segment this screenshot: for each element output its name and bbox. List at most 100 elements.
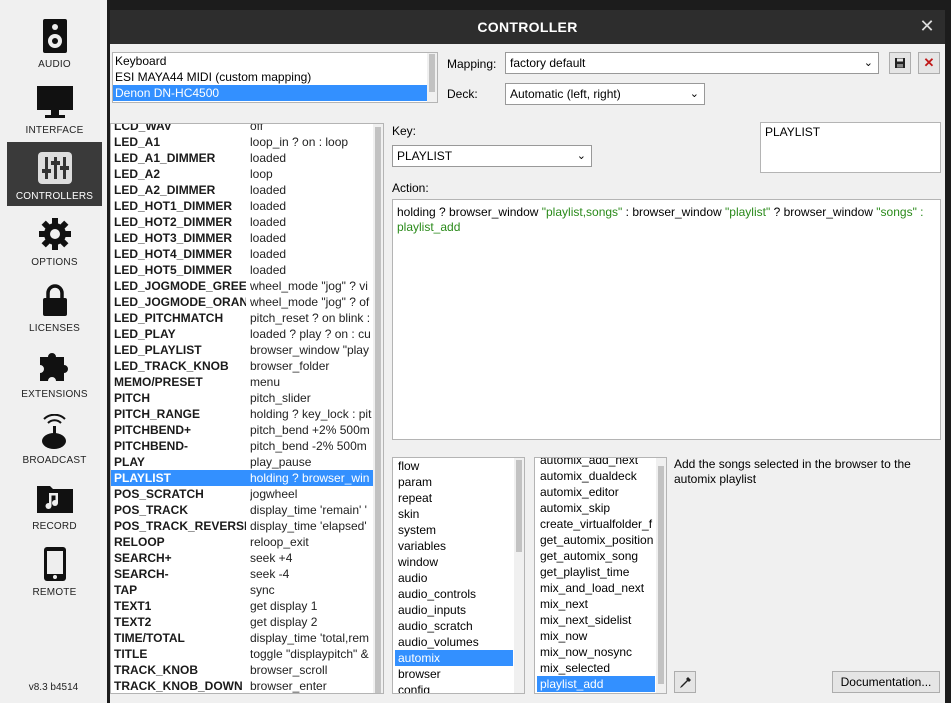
key-row[interactable]: POS_TRACK display_time 'remain' ' [111,502,373,518]
key-row[interactable]: TRACK_KNOB_DOWN browser_enter [111,678,373,693]
key-row[interactable]: MEMO/PRESET menu [111,374,373,390]
key-row[interactable]: LED_HOT3_DIMMER loaded [111,230,373,246]
key-row[interactable]: TEXT2 get display 2 [111,614,373,630]
function-item[interactable]: playlist_add [537,676,655,692]
function-item[interactable]: mix_next_sidelist [537,612,655,628]
category-list[interactable]: flow param repeat skin system variables window… [392,457,525,694]
key-row[interactable]: SEARCH+ seek +4 [111,550,373,566]
key-action: browser_window "play [250,343,369,357]
category-item[interactable]: audio [395,570,513,586]
category-item[interactable]: skin [395,506,513,522]
function-item[interactable]: create_virtualfolder_f [537,516,655,532]
category-item[interactable]: automix [395,650,513,666]
close-button[interactable]: ✕ [917,16,937,36]
key-name: TITLE [114,647,148,661]
function-item[interactable]: mix_now [537,628,655,644]
device-item[interactable]: ESI MAYA44 MIDI (custom mapping) [113,69,427,85]
key-row[interactable]: LED_JOGMODE_ORANGE wheel_mode "jog" ? of [111,294,373,310]
documentation-button[interactable]: Documentation... [832,671,940,693]
key-row[interactable]: SEARCH-seek -4 [111,566,373,582]
category-item[interactable]: param [395,474,513,490]
category-item[interactable]: audio_scratch [395,618,513,634]
device-item[interactable]: Keyboard [113,53,427,69]
function-item[interactable]: automix_dualdeck [537,468,655,484]
category-item[interactable]: variables [395,538,513,554]
category-item[interactable]: system [395,522,513,538]
key-row[interactable]: LED_TRACK_KNOB browser_folder [111,358,373,374]
function-item[interactable]: automix_add_next [537,458,655,468]
sidebar-item-options[interactable]: OPTIONS [7,208,102,272]
key-row[interactable]: TIME/TOTAL display_time 'total,rem [111,630,373,646]
key-row[interactable]: LED_HOT5_DIMMER loaded [111,262,373,278]
key-row[interactable]: LED_HOT1_DIMMER loaded [111,198,373,214]
sidebar-item-record[interactable]: RECORD [7,472,102,536]
function-item[interactable]: mix_now_nosync [537,644,655,660]
key-row[interactable]: PLAY play_pause [111,454,373,470]
key-row[interactable]: PLAYLIST holding ? browser_win [111,470,373,486]
sidebar-item-audio[interactable]: AUDIO [7,10,102,74]
category-item[interactable]: flow [395,458,513,474]
sidebar-item-label: BROADCAST [22,455,87,466]
device-list[interactable]: Keyboard ESI MAYA44 MIDI (custom mapping)… [112,52,438,103]
category-item[interactable]: audio_inputs [395,602,513,618]
key-row[interactable]: RELOOP reloop_exit [111,534,373,550]
key-row[interactable]: LED_JOGMODE_GREEN wheel_mode "jog" ? vi [111,278,373,294]
key-select[interactable]: PLAYLIST ⌄ [392,145,592,167]
deck-select[interactable]: Automatic (left, right) ⌄ [505,83,705,105]
key-row[interactable]: TEXT1 get display 1 [111,598,373,614]
key-row[interactable]: TAP sync [111,582,373,598]
category-item[interactable]: window [395,554,513,570]
key-row[interactable]: LED_A1 loop_in ? on : loop [111,134,373,150]
key-row[interactable]: LED_HOT2_DIMMER loaded [111,214,373,230]
key-row[interactable]: LED_HOT4_DIMMER loaded [111,246,373,262]
key-name: POS_TRACK_REVERSE [114,519,246,533]
device-item[interactable]: Denon DN-HC4500 [113,85,427,101]
key-list[interactable]: LCD_WAV off LED_A1 loop_in ? on : loop LED_A… [110,123,384,694]
key-row[interactable]: LED_PLAY loaded ? play ? on : cu [111,326,373,342]
category-item[interactable]: config [395,682,513,693]
sidebar-item-licenses[interactable]: LICENSES [7,274,102,338]
function-item[interactable]: get_automix_position [537,532,655,548]
sidebar-item-interface[interactable]: INTERFACE [7,76,102,140]
action-editor[interactable]: holding ? browser_window "playlist,songs… [392,199,941,440]
sidebar-item-remote[interactable]: REMOTE [7,538,102,602]
delete-mapping-button[interactable]: ✕ [918,52,940,74]
function-list[interactable]: automix_add_next automix_dualdeck automix_… [534,457,667,694]
key-row[interactable]: PITCHBEND-pitch_bend -2% 500m [111,438,373,454]
key-row[interactable]: LED_A1_DIMMER loaded [111,150,373,166]
key-row[interactable]: POS_SCRATCH jogwheel [111,486,373,502]
key-row[interactable]: PITCH_RANGE holding ? key_lock : pit [111,406,373,422]
key-row[interactable]: TITLE toggle "displaypitch" & [111,646,373,662]
key-row[interactable]: TRACK_KNOB browser_scroll [111,662,373,678]
save-mapping-button[interactable] [889,52,911,74]
function-item[interactable]: get_automix_song [537,548,655,564]
category-item[interactable]: audio_controls [395,586,513,602]
key-row[interactable]: LED_PITCHMATCH pitch_reset ? on blink : [111,310,373,326]
key-capture-field[interactable]: PLAYLIST [760,122,941,173]
key-row[interactable]: LCD_WAV off [111,124,373,134]
function-item[interactable]: get_playlist_time [537,564,655,580]
key-row[interactable]: LED_A2 loop [111,166,373,182]
category-item[interactable]: browser [395,666,513,682]
key-row[interactable]: PITCHBEND+ pitch_bend +2% 500m [111,422,373,438]
function-item[interactable]: automix_skip [537,500,655,516]
key-row[interactable]: POS_TRACK_REVERSE display_time 'elapsed' [111,518,373,534]
function-item[interactable]: mix_selected [537,660,655,676]
key-row[interactable]: LED_PLAYLIST browser_window "play [111,342,373,358]
sidebar-item-controllers[interactable]: CONTROLLERS [7,142,102,206]
function-item[interactable]: mix_next [537,596,655,612]
sidebar-item-broadcast[interactable]: BROADCAST [7,406,102,470]
function-item[interactable]: automix_editor [537,484,655,500]
mapping-select[interactable]: factory default ⌄ [505,52,879,74]
category-list-scrollbar[interactable] [514,458,524,693]
category-item[interactable]: audio_volumes [395,634,513,650]
key-row[interactable]: PITCH pitch_slider [111,390,373,406]
function-item[interactable]: mix_and_load_next [537,580,655,596]
key-list-scrollbar[interactable] [373,124,383,693]
device-list-scrollbar[interactable] [427,53,437,102]
key-row[interactable]: LED_A2_DIMMER loaded [111,182,373,198]
category-item[interactable]: repeat [395,490,513,506]
pick-function-button[interactable] [674,671,696,693]
sidebar-item-extensions[interactable]: EXTENSIONS [7,340,102,404]
function-list-scrollbar[interactable] [656,458,666,693]
